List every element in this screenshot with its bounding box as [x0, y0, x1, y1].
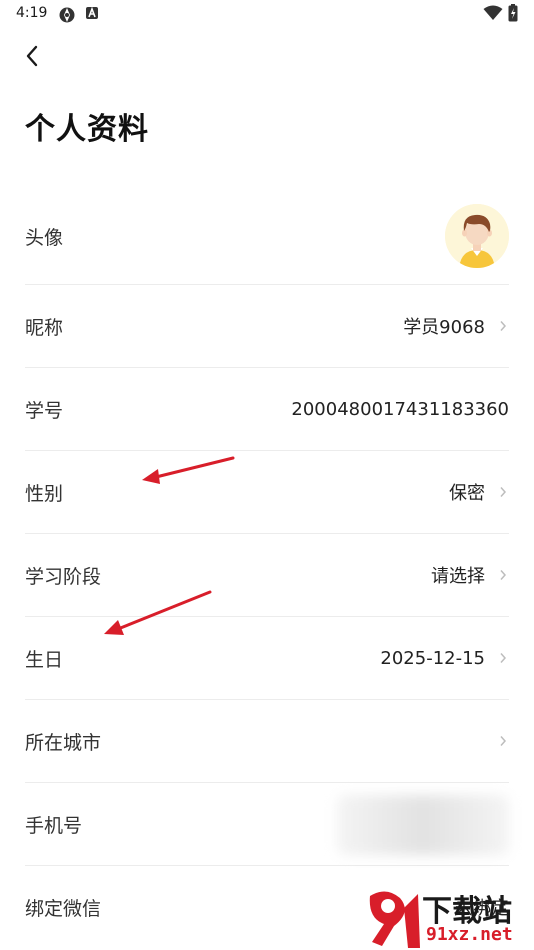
chevron-right-icon: [497, 485, 509, 499]
chevron-right-icon: [497, 651, 509, 665]
row-student-id: 学号 2000480017431183360: [25, 368, 509, 451]
row-study-stage[interactable]: 学习阶段 请选择: [25, 534, 509, 617]
a-badge-icon: [85, 6, 99, 20]
row-city[interactable]: 所在城市: [25, 700, 509, 783]
chevron-right-icon: [497, 734, 509, 748]
row-right: 2025-12-15: [380, 617, 509, 699]
aperture-icon: [58, 6, 76, 24]
row-right: 请选择: [431, 534, 509, 616]
blurred-phone-value: [337, 795, 509, 855]
avatar[interactable]: [445, 204, 509, 268]
row-value: 学员9068: [403, 317, 485, 338]
row-label: 昵称: [25, 316, 64, 339]
row-label: 性别: [25, 482, 64, 505]
watermark-logo-icon: [369, 891, 420, 948]
row-phone[interactable]: 手机号: [25, 783, 509, 866]
row-value: 2000480017431183360: [291, 398, 509, 420]
wifi-icon: [483, 5, 503, 21]
row-label: 所在城市: [25, 731, 102, 754]
row-label: 生日: [25, 648, 64, 671]
row-right: 学员9068: [403, 285, 509, 367]
row-right: 2000480017431183360: [291, 368, 509, 450]
row-gender[interactable]: 性别 保密: [25, 451, 509, 534]
battery-icon: [508, 4, 518, 22]
watermark-url: 91xz.net: [426, 924, 513, 945]
profile-page: 4:19 个人资料 头像 昵称 学员9068 学号 20004800174311…: [0, 0, 534, 950]
row-label: 头像: [25, 226, 64, 249]
row-label: 学习阶段: [25, 565, 102, 588]
row-value: 2025-12-15: [380, 647, 485, 669]
row-value: 保密: [449, 483, 485, 504]
row-right: [485, 700, 509, 782]
row-nickname[interactable]: 昵称 学员9068: [25, 285, 509, 368]
status-bar: 4:19: [0, 0, 534, 28]
row-value: 请选择: [431, 566, 485, 587]
chevron-left-icon: [25, 45, 39, 71]
watermark: 下载站 91xz.net: [364, 884, 534, 950]
back-button[interactable]: [16, 42, 48, 74]
row-avatar[interactable]: 头像: [25, 188, 509, 285]
row-label: 学号: [25, 399, 64, 422]
page-title: 个人资料: [25, 112, 149, 147]
profile-list: 头像 昵称 学员9068 学号 2000480017431183360 性别 保…: [25, 188, 509, 948]
chevron-right-icon: [497, 568, 509, 582]
row-label: 手机号: [25, 814, 83, 837]
chevron-right-icon: [497, 319, 509, 333]
row-label: 绑定微信: [25, 897, 102, 920]
row-birthday[interactable]: 生日 2025-12-15: [25, 617, 509, 700]
row-right: 保密: [449, 451, 509, 533]
status-time: 4:19: [16, 5, 48, 21]
row-right: [445, 188, 509, 284]
